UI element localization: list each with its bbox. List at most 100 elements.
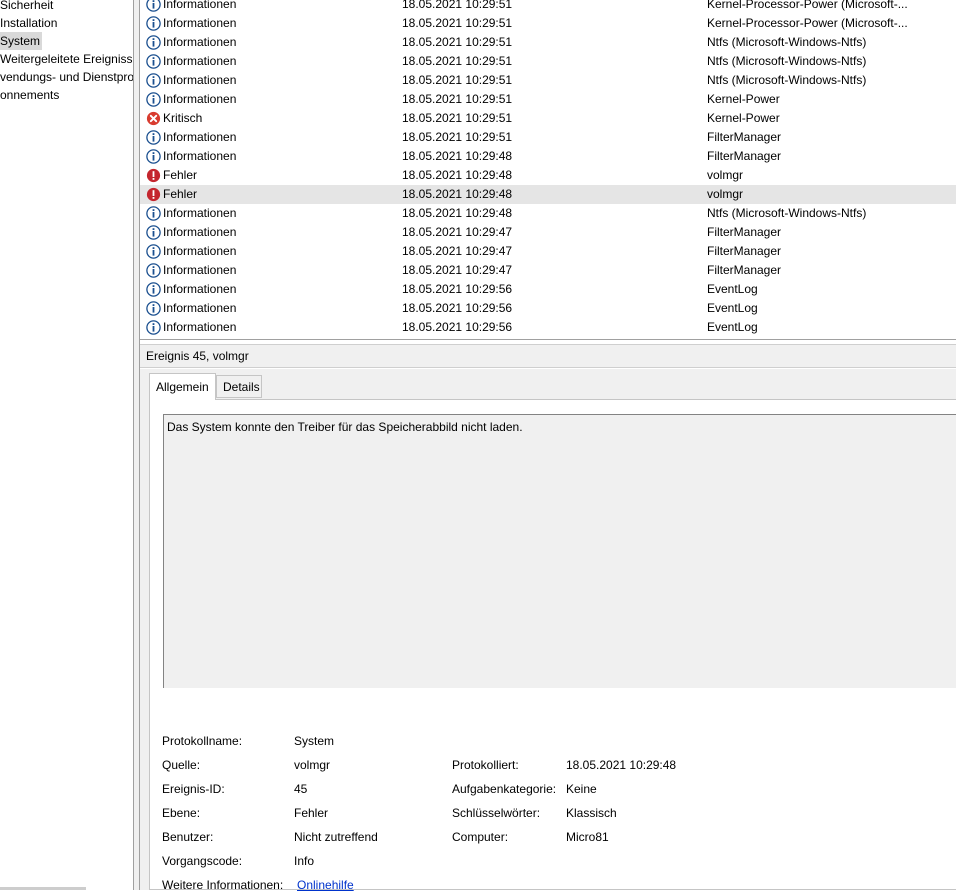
info-icon	[146, 225, 161, 240]
event-row[interactable]: Informationen 18.05.2021 10:29:56 EventLog	[140, 299, 956, 318]
log-name-label: Protokollname:	[162, 734, 243, 748]
event-detail-title: Ereignis 45, volmgr	[146, 349, 249, 363]
event-row[interactable]: Informationen 18.05.2021 10:29:48 FilterMa…	[140, 147, 956, 166]
event-source: Kernel-Processor-Power (Microsoft-...	[707, 16, 908, 30]
event-date: 18.05.2021 10:29:51	[402, 73, 513, 87]
pane-splitter[interactable]	[133, 0, 140, 890]
tab-general-label: Allgemein	[156, 380, 209, 394]
error-icon	[146, 187, 161, 202]
event-row[interactable]: Informationen 18.05.2021 10:29:51 Ntfs (Mi…	[140, 33, 956, 52]
info-icon	[146, 92, 161, 107]
event-source: Ntfs (Microsoft-Windows-Ntfs)	[707, 54, 867, 68]
info-icon	[146, 35, 161, 50]
event-date: 18.05.2021 10:29:51	[402, 54, 513, 68]
event-level: Informationen	[163, 92, 237, 106]
event-date: 18.05.2021 10:29:47	[402, 244, 513, 258]
tab-details[interactable]: Details	[216, 375, 262, 398]
event-source: FilterManager	[707, 244, 782, 258]
critical-icon	[146, 111, 161, 126]
info-icon	[146, 54, 161, 69]
user-value: Nicht zutreffend	[294, 830, 378, 844]
source-label: Quelle:	[162, 758, 201, 772]
event-date: 18.05.2021 10:29:51	[402, 0, 513, 11]
info-icon	[146, 282, 161, 297]
event-level: Informationen	[163, 73, 237, 87]
event-source: EventLog	[707, 301, 758, 315]
tree-item-forwarded-events[interactable]: Weitergeleitete Ereignisse	[0, 50, 133, 68]
event-level: Informationen	[163, 225, 237, 239]
event-row[interactable]: Informationen 18.05.2021 10:29:48 Ntfs (Mi…	[140, 204, 956, 223]
info-icon	[146, 73, 161, 88]
event-id-value: 45	[294, 782, 308, 796]
event-date: 18.05.2021 10:29:56	[402, 282, 513, 296]
event-date: 18.05.2021 10:29:56	[402, 320, 513, 334]
event-row[interactable]: Fehler 18.05.2021 10:29:48 volmgr	[140, 185, 956, 204]
log-name-value: System	[294, 734, 335, 748]
event-row[interactable]: Informationen 18.05.2021 10:29:51 Ntfs (Mi…	[140, 71, 956, 90]
event-row[interactable]: Informationen 18.05.2021 10:29:51 Kernel-P…	[140, 0, 956, 14]
event-level: Fehler	[163, 187, 198, 201]
event-date: 18.05.2021 10:29:51	[402, 92, 513, 106]
event-level: Informationen	[163, 206, 237, 220]
event-source: volmgr	[707, 187, 744, 201]
event-date: 18.05.2021 10:29:56	[402, 301, 513, 315]
event-source: Ntfs (Microsoft-Windows-Ntfs)	[707, 73, 867, 87]
source-value: volmgr	[294, 758, 331, 772]
info-icon	[146, 16, 161, 31]
event-date: 18.05.2021 10:29:47	[402, 225, 513, 239]
event-row[interactable]: Informationen 18.05.2021 10:29:51 Kernel-P…	[140, 14, 956, 33]
computer-value: Micro81	[566, 830, 609, 844]
event-row[interactable]: Fehler 18.05.2021 10:29:48 volmgr	[140, 166, 956, 185]
event-row[interactable]: Informationen 18.05.2021 10:29:56 EventLog	[140, 280, 956, 299]
event-date: 18.05.2021 10:29:51	[402, 16, 513, 30]
event-detail-pane: Allgemein Details Das System konnte den …	[140, 369, 956, 892]
event-row[interactable]: Informationen 18.05.2021 10:29:47 FilterMa…	[140, 242, 956, 261]
event-date: 18.05.2021 10:29:51	[402, 130, 513, 144]
event-row[interactable]: Informationen 18.05.2021 10:29:56 EventLog	[140, 318, 956, 337]
event-row[interactable]: Informationen 18.05.2021 10:29:47 FilterMa…	[140, 223, 956, 242]
event-detail-header: Ereignis 45, volmgr	[140, 344, 956, 368]
level-value: Fehler	[294, 806, 329, 820]
opcode-value: Info	[294, 854, 315, 868]
general-tab-panel: Das System konnte den Treiber für das Sp…	[149, 399, 956, 892]
event-date: 18.05.2021 10:29:47	[402, 263, 513, 277]
event-level: Informationen	[163, 244, 237, 258]
info-icon	[146, 149, 161, 164]
event-source: FilterManager	[707, 130, 782, 144]
user-label: Benutzer:	[162, 830, 214, 844]
event-source: volmgr	[707, 168, 744, 182]
computer-label: Computer:	[452, 830, 509, 844]
info-icon	[146, 130, 161, 145]
event-level: Kritisch	[163, 111, 203, 125]
event-row[interactable]: Informationen 18.05.2021 10:29:51 FilterMa…	[140, 128, 956, 147]
log-tree-panel: Sicherheit Installation System Weitergel…	[0, 0, 133, 890]
info-icon	[146, 320, 161, 335]
event-level: Informationen	[163, 149, 237, 163]
tab-details-label: Details	[223, 380, 260, 394]
tree-item-security[interactable]: Sicherheit	[0, 0, 53, 14]
event-source: EventLog	[707, 282, 758, 296]
event-list: Informationen 18.05.2021 10:29:51 Kernel-P…	[140, 0, 956, 340]
info-icon	[146, 206, 161, 221]
event-source: FilterManager	[707, 149, 782, 163]
event-source: Ntfs (Microsoft-Windows-Ntfs)	[707, 206, 867, 220]
event-description-box[interactable]: Das System konnte den Treiber für das Sp…	[163, 414, 956, 688]
tree-item-applications-services[interactable]: vendungs- und Dienstpro	[0, 68, 133, 86]
event-level: Informationen	[163, 263, 237, 277]
event-row[interactable]: Informationen 18.05.2021 10:29:51 Kernel-P…	[140, 90, 956, 109]
keywords-value: Klassisch	[566, 806, 617, 820]
event-row[interactable]: Informationen 18.05.2021 10:29:47 FilterMa…	[140, 261, 956, 280]
task-category-label: Aufgabenkategorie:	[452, 782, 557, 796]
event-row[interactable]: Kritisch 18.05.2021 10:29:51 Kernel-Power	[140, 109, 956, 128]
tab-general[interactable]: Allgemein	[149, 373, 216, 400]
info-icon	[146, 263, 161, 278]
tree-item-subscriptions[interactable]: onnements	[0, 86, 59, 104]
tree-item-system[interactable]: System	[0, 32, 42, 50]
event-id-label: Ereignis-ID:	[162, 782, 225, 796]
event-level: Informationen	[163, 0, 237, 11]
tree-item-installation[interactable]: Installation	[0, 14, 57, 32]
event-source: Ntfs (Microsoft-Windows-Ntfs)	[707, 35, 867, 49]
event-row[interactable]: Informationen 18.05.2021 10:29:51 Ntfs (Mi…	[140, 52, 956, 71]
event-level: Informationen	[163, 35, 237, 49]
event-level: Informationen	[163, 301, 237, 315]
